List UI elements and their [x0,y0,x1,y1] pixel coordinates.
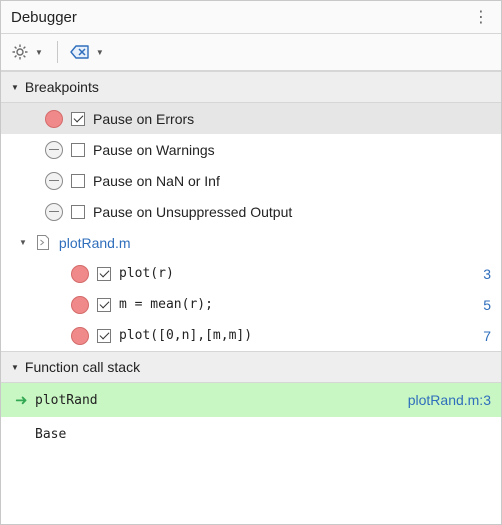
breakpoint-line-number[interactable]: 3 [483,266,491,282]
breakpoints-section-header[interactable]: ▼ Breakpoints [1,71,501,103]
pause-on-warnings-row[interactable]: Pause on Warnings [1,134,501,165]
breakpoint-file-row[interactable]: ▼ plotRand.m [1,227,501,258]
breakpoint-enabled-icon[interactable] [71,264,89,283]
breakpoint-disabled-icon[interactable] [45,140,63,159]
breakpoint-line-number[interactable]: 5 [483,297,491,313]
pause-on-errors-row[interactable]: Pause on Errors [1,103,501,134]
pause-on-warnings-label: Pause on Warnings [93,141,215,158]
collapse-triangle-icon: ▼ [11,362,19,372]
pause-on-unsuppressed-output-label: Pause on Unsuppressed Output [93,203,293,220]
panel-title: Debugger [11,8,77,26]
stack-frame-location-link[interactable]: plotRand.m:3 [408,392,491,408]
breakpoint-line-checkbox[interactable] [97,297,111,312]
pause-on-nan-row[interactable]: Pause on NaN or Inf [1,165,501,196]
pause-on-errors-label: Pause on Errors [93,110,195,127]
pause-on-unsuppressed-output-checkbox[interactable] [71,204,85,219]
call-stack-frame[interactable]: Base [1,417,501,451]
collapse-triangle-icon[interactable]: ▼ [19,238,27,247]
breakpoint-enabled-icon[interactable] [71,295,89,314]
breakpoint-line-checkbox[interactable] [97,266,111,281]
debugger-toolbar: ▼ ▼ [1,34,501,71]
breakpoint-enabled-icon[interactable] [45,109,63,128]
pause-on-unsuppressed-output-row[interactable]: Pause on Unsuppressed Output [1,196,501,227]
breakpoint-line-row[interactable]: m = mean(r); 5 [1,289,501,320]
stack-frame-name: Base [35,426,67,442]
breakpoint-line-number[interactable]: 7 [483,328,491,344]
kebab-icon[interactable]: ⋮ [469,7,493,27]
toolbar-divider [56,41,58,63]
breakpoint-line-code: m = mean(r); [119,297,213,312]
collapse-triangle-icon: ▼ [11,82,19,92]
call-stack-frame-current[interactable]: ➜ plotRand plotRand.m:3 [1,383,501,417]
matlab-file-icon [36,235,49,250]
breakpoint-enabled-icon[interactable] [71,326,89,345]
stack-frame-name: plotRand [35,392,98,408]
pause-on-nan-checkbox[interactable] [71,173,85,188]
gear-icon [12,44,28,60]
pause-on-warnings-checkbox[interactable] [71,142,85,157]
breakpoint-line-row[interactable]: plot([0,n],[m,m]) 7 [1,320,501,351]
breakpoint-line-code: plot(r) [119,266,174,281]
pause-on-errors-checkbox[interactable] [71,111,85,126]
call-stack-section-header[interactable]: ▼ Function call stack [1,351,501,383]
breakpoint-disabled-icon[interactable] [45,171,63,190]
breakpoint-line-code: plot([0,n],[m,m]) [119,328,253,343]
clear-breakpoints-dropdown-button[interactable]: ▼ [70,44,104,60]
breakpoint-file-link[interactable]: plotRand.m [59,235,131,251]
call-stack-header-label: Function call stack [24,359,141,375]
clear-breakpoints-icon [70,45,89,59]
breakpoints-header-label: Breakpoints [24,79,99,95]
chevron-down-icon: ▼ [95,47,104,57]
breakpoint-line-checkbox[interactable] [97,328,111,343]
pause-on-nan-label: Pause on NaN or Inf [93,172,220,189]
debugger-titlebar: Debugger ⋮ [1,1,501,34]
debugger-panel: Debugger ⋮ ▼ ▼ ▼ Breakpoints Pause on Er… [0,0,502,525]
chevron-down-icon: ▼ [35,47,43,57]
current-frame-arrow-icon: ➜ [15,392,28,409]
breakpoint-disabled-icon[interactable] [45,202,63,221]
settings-dropdown-button[interactable]: ▼ [11,43,43,61]
breakpoint-line-row[interactable]: plot(r) 3 [1,258,501,289]
